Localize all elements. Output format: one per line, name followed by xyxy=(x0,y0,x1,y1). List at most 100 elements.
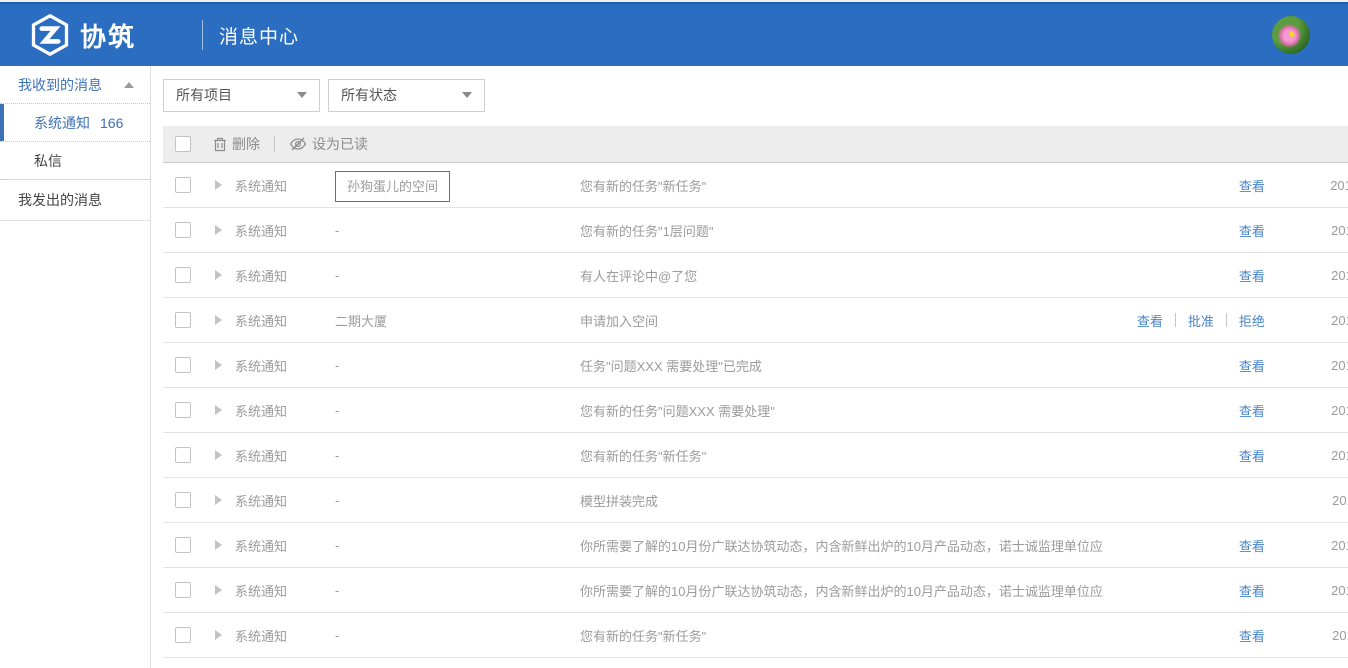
approve-link[interactable]: 批准 xyxy=(1188,311,1214,330)
row-actions: 查看 批准 拒绝 xyxy=(1113,311,1265,330)
message-timestamp: 2017-11-23 19:57:56 xyxy=(1265,358,1348,373)
row-actions: 查看 xyxy=(1113,626,1265,645)
message-row: 系统通知 二期大厦 申请加入空间 查看 批准 拒绝 2017-11-30 14:23… xyxy=(163,298,1348,343)
expand-caret-icon[interactable] xyxy=(215,540,222,550)
chevron-down-icon xyxy=(462,92,472,98)
chevron-down-icon xyxy=(297,92,307,98)
reject-link[interactable]: 拒绝 xyxy=(1239,311,1265,330)
row-actions: 查看 xyxy=(1113,176,1265,195)
message-text: 您有新的任务"新任务" xyxy=(580,626,1113,645)
project-name: - xyxy=(335,538,580,553)
view-link[interactable]: 查看 xyxy=(1137,311,1163,330)
project-name: - xyxy=(335,448,580,463)
message-text: 您有新的任务"1层问题" xyxy=(580,221,1113,240)
view-link[interactable]: 查看 xyxy=(1239,266,1265,285)
row-checkbox[interactable] xyxy=(175,402,191,418)
message-type: 系统通知 xyxy=(235,311,335,330)
message-text: 有人在评论中@了您 xyxy=(580,266,1113,285)
sidebar-item-sent-messages[interactable]: 我发出的消息 xyxy=(0,179,150,221)
main-content: 所有项目 所有状态 ＋ 发私信 删除 xyxy=(151,66,1348,668)
expand-caret-icon[interactable] xyxy=(215,630,222,640)
row-checkbox[interactable] xyxy=(175,312,191,328)
row-checkbox[interactable] xyxy=(175,492,191,508)
expand-caret-icon[interactable] xyxy=(215,315,222,325)
view-link[interactable]: 查看 xyxy=(1239,221,1265,240)
expand-caret-icon[interactable] xyxy=(215,270,222,280)
message-timestamp: 2017-11-13 13:49:23 xyxy=(1265,583,1348,598)
select-all-checkbox[interactable] xyxy=(175,136,191,152)
page-title: 消息中心 xyxy=(219,22,299,49)
user-avatar[interactable] xyxy=(1272,16,1310,54)
row-actions: 查看 xyxy=(1113,581,1265,600)
status-filter-select[interactable]: 所有状态 xyxy=(328,79,485,112)
delete-button[interactable]: 删除 xyxy=(213,134,260,154)
collapse-arrow-icon xyxy=(124,82,134,88)
title-divider xyxy=(202,20,203,50)
view-link[interactable]: 查看 xyxy=(1239,446,1265,465)
message-timestamp: 2017-11-17 15:46:49 xyxy=(1265,448,1348,463)
app-logo[interactable]: 协筑 xyxy=(28,13,136,57)
project-name: 二期大厦 xyxy=(335,311,580,330)
view-link[interactable]: 查看 xyxy=(1239,356,1265,375)
message-list: 系统通知 孙狗蛋儿的空间 您有新的任务"新任务" 查看 2017-12-01 1… xyxy=(163,163,1348,658)
system-notice-count: 166 xyxy=(100,115,123,131)
expand-caret-icon[interactable] xyxy=(215,585,222,595)
message-text: 申请加入空间 xyxy=(580,311,1113,330)
view-link[interactable]: 查看 xyxy=(1239,581,1265,600)
message-type: 系统通知 xyxy=(235,626,335,645)
message-type: 系统通知 xyxy=(235,446,335,465)
sidebar-item-system-notice[interactable]: 系统通知 166 xyxy=(0,104,150,142)
view-link[interactable]: 查看 xyxy=(1239,536,1265,555)
project-name: - xyxy=(335,268,580,283)
row-checkbox[interactable] xyxy=(175,357,191,373)
app-header: 协筑 消息中心 xyxy=(0,4,1348,66)
sidebar-group-received[interactable]: 我收到的消息 xyxy=(0,66,150,104)
expand-caret-icon[interactable] xyxy=(215,225,222,235)
row-checkbox[interactable] xyxy=(175,582,191,598)
message-timestamp: 2017-11-30 14:23:23 xyxy=(1265,313,1348,328)
message-row: 系统通知 - 你所需要了解的10月份广联达协筑动态，内含新鲜出炉的10月产品动态… xyxy=(163,568,1348,613)
action-divider xyxy=(1226,313,1227,327)
message-text: 任务"问题XXX 需要处理"已完成 xyxy=(580,356,1113,375)
delete-label: 删除 xyxy=(232,134,260,154)
row-actions: 查看 xyxy=(1113,266,1265,285)
project-name: - xyxy=(335,358,580,373)
sidebar-item-private-message[interactable]: 私信 xyxy=(0,142,150,180)
message-type: 系统通知 xyxy=(235,536,335,555)
message-row: 系统通知 - 你所需要了解的10月份广联达协筑动态，内含新鲜出炉的10月产品动态… xyxy=(163,523,1348,568)
row-checkbox[interactable] xyxy=(175,627,191,643)
project-name: - xyxy=(335,493,580,508)
message-text: 您有新的任务"新任务" xyxy=(580,176,1113,195)
message-type: 系统通知 xyxy=(235,581,335,600)
expand-caret-icon[interactable] xyxy=(215,495,222,505)
row-checkbox[interactable] xyxy=(175,177,191,193)
row-checkbox[interactable] xyxy=(175,267,191,283)
expand-caret-icon[interactable] xyxy=(215,450,222,460)
view-link[interactable]: 查看 xyxy=(1239,626,1265,645)
expand-caret-icon[interactable] xyxy=(215,360,222,370)
action-divider xyxy=(1175,313,1176,327)
row-checkbox[interactable] xyxy=(175,537,191,553)
project-filter-value: 所有项目 xyxy=(176,85,232,105)
message-row: 系统通知 - 您有新的任务"1层问题" 查看 2017-11-30 15:33:… xyxy=(163,208,1348,253)
expand-caret-icon[interactable] xyxy=(215,405,222,415)
message-timestamp: 2017-11-11 17:09:01 xyxy=(1265,628,1348,643)
expand-caret-icon[interactable] xyxy=(215,180,222,190)
sent-messages-label: 我发出的消息 xyxy=(18,190,102,210)
project-filter-select[interactable]: 所有项目 xyxy=(163,79,320,112)
message-row: 系统通知 - 任务"问题XXX 需要处理"已完成 查看 2017-11-23 1… xyxy=(163,343,1348,388)
row-checkbox[interactable] xyxy=(175,222,191,238)
toolbar-divider xyxy=(274,136,275,152)
message-row: 系统通知 - 模型拼装完成 2017-11-16 11:58:39 xyxy=(163,478,1348,523)
annotation-red-box: 孙狗蛋儿的空间 xyxy=(335,171,450,202)
row-actions: 查看 xyxy=(1113,401,1265,420)
hexagon-logo-icon xyxy=(28,13,72,57)
message-text: 你所需要了解的10月份广联达协筑动态，内含新鲜出炉的10月产品动态，诺士诚监理单… xyxy=(580,536,1113,555)
project-name: - xyxy=(335,628,580,643)
message-type: 系统通知 xyxy=(235,266,335,285)
view-link[interactable]: 查看 xyxy=(1239,401,1265,420)
row-checkbox[interactable] xyxy=(175,447,191,463)
view-link[interactable]: 查看 xyxy=(1239,176,1265,195)
mark-read-label: 设为已读 xyxy=(312,134,368,154)
mark-read-button[interactable]: 设为已读 xyxy=(289,134,368,154)
